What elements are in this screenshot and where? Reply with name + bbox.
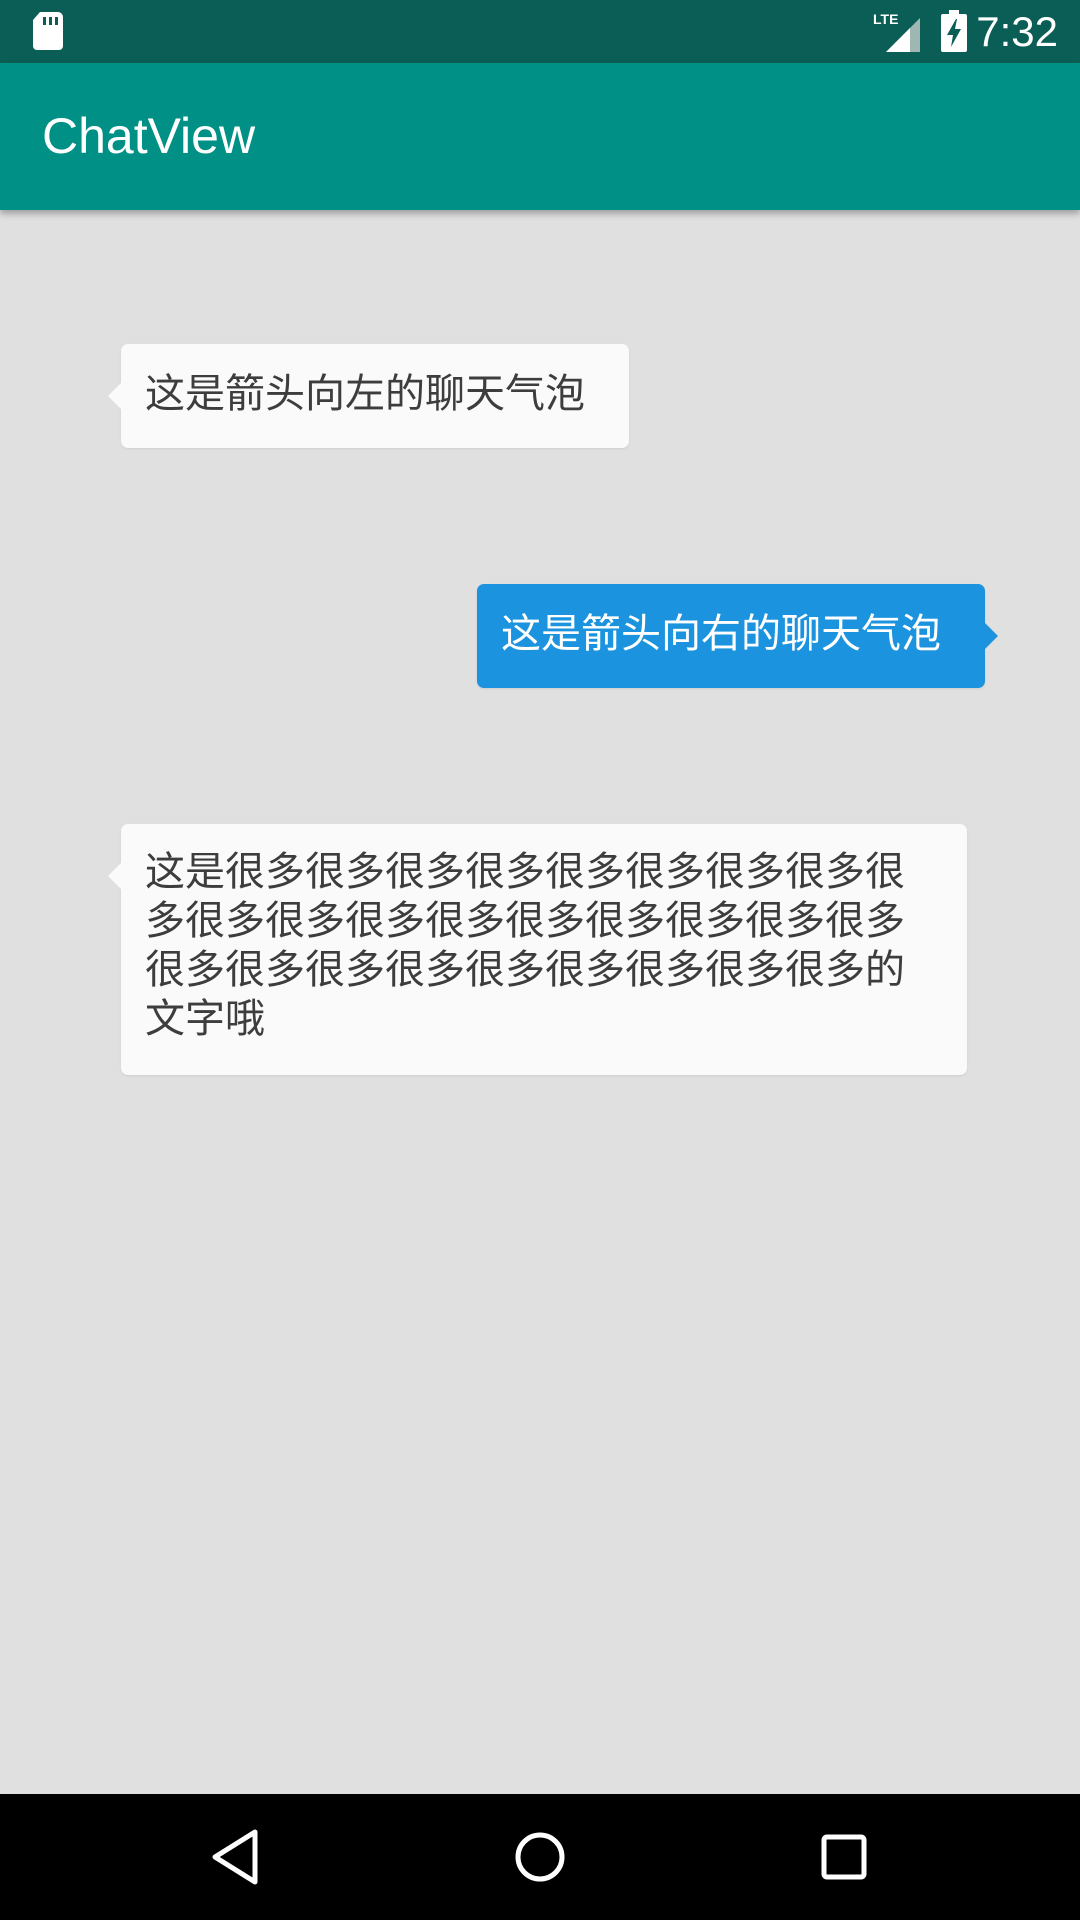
home-icon[interactable] bbox=[505, 1822, 575, 1892]
status-bar: LTE 7:32 bbox=[0, 0, 1080, 63]
app-title: ChatView bbox=[42, 108, 256, 164]
chat-bubble-right[interactable]: 这是箭头向右的聊天气泡 bbox=[477, 584, 998, 688]
lte-signal-icon: LTE bbox=[873, 11, 920, 52]
recents-icon[interactable] bbox=[809, 1822, 879, 1892]
battery-charging-icon bbox=[941, 10, 967, 52]
app-bar: ChatView bbox=[0, 63, 1080, 210]
back-icon[interactable] bbox=[201, 1822, 271, 1892]
network-label: LTE bbox=[873, 11, 898, 27]
chat-area[interactable]: 这是箭头向左的聊天气泡 这是箭头向右的聊天气泡 这是很多很多很多很多很多很多很多… bbox=[0, 210, 1080, 1794]
sd-card-icon bbox=[33, 12, 63, 50]
chat-bubble-left-long[interactable]: 这是很多很多很多很多很多很多很多很多很多很多很多很多很多很多很多很多很多很多很多… bbox=[108, 824, 967, 1075]
chat-bubble-left[interactable]: 这是箭头向左的聊天气泡 bbox=[108, 344, 629, 448]
navigation-bar bbox=[0, 1794, 1080, 1920]
status-time: 7:32 bbox=[976, 8, 1058, 55]
